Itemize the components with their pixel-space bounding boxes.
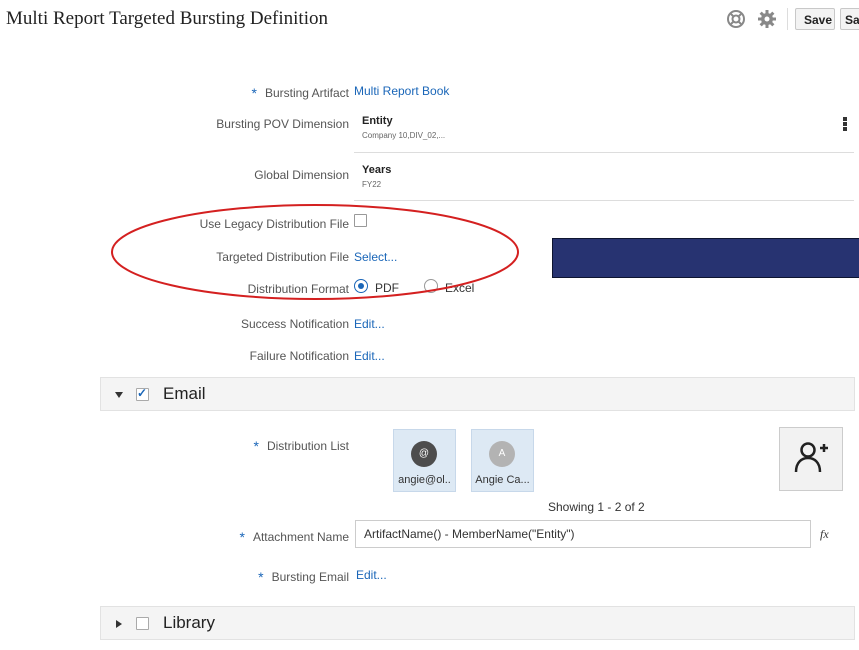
excel-option-label: Excel bbox=[445, 281, 475, 295]
library-section-header[interactable]: Library bbox=[100, 606, 855, 640]
email-section-title: Email bbox=[163, 384, 206, 403]
dimension-name: Years bbox=[362, 164, 392, 176]
bursting-artifact-label: * Bursting Artifact bbox=[251, 85, 350, 101]
bursting-artifact-link[interactable]: Multi Report Book bbox=[354, 84, 449, 98]
recipient-name: angie@ol.. bbox=[398, 474, 451, 486]
library-section-checkbox[interactable] bbox=[136, 617, 149, 630]
expand-arrow-icon[interactable] bbox=[116, 620, 122, 628]
page-title: Multi Report Targeted Bursting Definitio… bbox=[6, 8, 328, 29]
global-dimension-label: Global Dimension bbox=[254, 168, 349, 182]
failure-notification-label: Failure Notification bbox=[249, 349, 349, 363]
collapse-arrow-icon[interactable] bbox=[115, 392, 123, 398]
use-legacy-checkbox[interactable] bbox=[354, 214, 367, 227]
distribution-list-label: * Distribution List bbox=[253, 438, 349, 454]
required-asterisk: * bbox=[251, 85, 257, 101]
attachment-name-label: * Attachment Name bbox=[239, 529, 350, 545]
bursting-pov-dimension-field[interactable]: Entity Company 10,DIV_02,... bbox=[354, 111, 854, 153]
save-as-button[interactable]: Save As bbox=[840, 8, 859, 30]
required-asterisk: * bbox=[258, 569, 264, 585]
pagination-status: Showing 1 - 2 of 2 bbox=[548, 500, 645, 514]
global-dimension-field[interactable]: Years FY22 bbox=[354, 160, 854, 201]
targeted-distribution-file-label: Targeted Distribution File bbox=[216, 250, 349, 264]
recipient-tile[interactable]: @ angie@ol.. bbox=[393, 429, 456, 492]
recipient-name: Angie Ca... bbox=[475, 474, 530, 486]
email-section-checkbox[interactable] bbox=[136, 386, 149, 401]
success-notification-label: Success Notification bbox=[240, 317, 349, 331]
use-legacy-label: Use Legacy Distribution File bbox=[199, 217, 349, 231]
avatar: @ bbox=[411, 441, 437, 467]
attachment-name-input[interactable]: ArtifactName() - MemberName("Entity") bbox=[355, 520, 811, 548]
success-notification-edit-link[interactable]: Edit... bbox=[354, 317, 385, 331]
gear-icon[interactable] bbox=[757, 9, 777, 29]
dimension-name: Entity bbox=[362, 115, 393, 127]
required-asterisk: * bbox=[253, 438, 259, 454]
distribution-format-label: Distribution Format bbox=[247, 282, 349, 296]
pdf-option-label: PDF bbox=[375, 281, 399, 295]
targeted-distribution-file-select-link[interactable]: Select... bbox=[354, 250, 397, 264]
header-divider bbox=[787, 8, 788, 30]
excel-radio[interactable] bbox=[424, 279, 438, 293]
add-user-icon bbox=[794, 442, 828, 473]
help-icon[interactable] bbox=[726, 9, 746, 29]
add-recipient-button[interactable] bbox=[779, 427, 843, 491]
save-button[interactable]: Save bbox=[795, 8, 835, 30]
recipient-tile[interactable]: A Angie Ca... bbox=[471, 429, 534, 492]
failure-notification-edit-link[interactable]: Edit... bbox=[354, 349, 385, 363]
dimension-members: Company 10,DIV_02,... bbox=[362, 131, 446, 140]
avatar: A bbox=[489, 441, 515, 467]
bursting-email-label: * Bursting Email bbox=[258, 569, 349, 585]
library-section-title: Library bbox=[163, 613, 215, 632]
more-options-icon[interactable] bbox=[843, 117, 848, 131]
pdf-radio[interactable] bbox=[354, 279, 368, 293]
fx-icon[interactable]: fx bbox=[820, 527, 829, 542]
email-section-header[interactable]: Email bbox=[100, 377, 855, 411]
bursting-pov-dimension-label: Bursting POV Dimension bbox=[216, 117, 349, 131]
required-asterisk: * bbox=[239, 529, 245, 545]
redaction-bar bbox=[552, 238, 859, 278]
bursting-email-edit-link[interactable]: Edit... bbox=[356, 568, 387, 582]
dimension-members: FY22 bbox=[362, 180, 382, 189]
